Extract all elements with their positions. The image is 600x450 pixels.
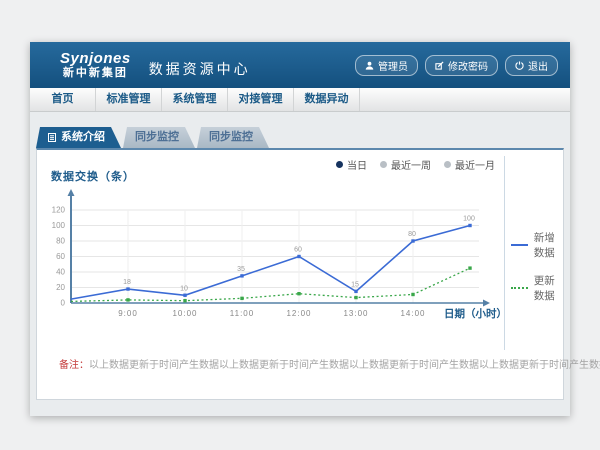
nav-item-data-changes[interactable]: 数据异动 [294,88,360,111]
svg-text:35: 35 [237,266,245,273]
tab-label: 同步监控 [209,127,253,148]
svg-text:0: 0 [61,299,66,308]
tab-label: 系统介绍 [61,127,105,148]
svg-text:13:00: 13:00 [343,309,368,318]
app-window: Synjones 新中新集团 数据资源中心 管理员 修改密码 退出 首页 标准管… [30,42,570,416]
svg-text:15: 15 [351,281,359,288]
tab-system-intro[interactable]: 系统介绍 [36,127,121,148]
svg-text:40: 40 [56,268,65,277]
header-actions: 管理员 修改密码 退出 [355,55,558,76]
range-option-last-week[interactable]: 最近一周 [380,157,431,172]
tab-bar: 系统介绍 同步监控 同步监控 [36,127,564,148]
series-label: 新增数据 [534,230,563,260]
range-label: 当日 [347,157,367,172]
series-legend: 新增数据 更新数据 [511,230,563,303]
time-range-selector: 当日 最近一周 最近一月 [336,157,495,172]
svg-text:10:00: 10:00 [172,309,197,318]
header: Synjones 新中新集团 数据资源中心 管理员 修改密码 退出 [30,42,570,88]
content-area: 系统介绍 同步监控 同步监控 当日 最近一周 最近一月 数据交换（条） 0204… [30,112,570,400]
radio-dot-icon [380,161,387,168]
admin-user-button[interactable]: 管理员 [355,55,418,76]
legend-item-new-data[interactable]: 新增数据 [511,230,563,260]
series-label: 更新数据 [534,273,563,303]
tab-sync-monitor-1[interactable]: 同步监控 [123,127,195,148]
svg-text:20: 20 [56,283,65,292]
svg-text:60: 60 [56,252,65,261]
range-label: 最近一周 [391,157,431,172]
svg-text:10: 10 [180,285,188,292]
logout-label: 退出 [528,58,548,73]
svg-text:14:00: 14:00 [400,309,425,318]
footnote-text: 以上数据更新于时间产生数据以上数据更新于时间产生数据以上数据更新于时间产生数据以… [89,360,600,371]
power-icon [515,61,524,70]
tab-sync-monitor-2[interactable]: 同步监控 [197,127,269,148]
svg-text:120: 120 [52,206,66,215]
svg-text:80: 80 [408,231,416,238]
nav-item-system-mgmt[interactable]: 系统管理 [162,88,228,111]
user-icon [365,61,374,70]
svg-text:100: 100 [463,216,475,223]
document-icon [48,133,56,142]
nav-item-standard-mgmt[interactable]: 标准管理 [96,88,162,111]
line-chart: 0 20 40 60 80 100 120 9:00 10:00 11:00 12:00 13:00 1… [39,178,519,330]
change-password-button[interactable]: 修改密码 [425,55,498,76]
dotted-line-icon [511,287,528,289]
svg-text:11:00: 11:00 [230,309,254,318]
svg-text:9:00: 9:00 [118,309,138,318]
svg-text:18: 18 [123,279,131,286]
logo-brand-text: Synjones [60,51,131,68]
main-nav: 首页 标准管理 系统管理 对接管理 数据异动 [30,88,570,112]
svg-text:80: 80 [56,237,65,246]
tab-label: 同步监控 [135,127,179,148]
company-logo: Synjones 新中新集团 [60,51,131,80]
page-title: 数据资源中心 [149,51,251,79]
radio-dot-icon [444,161,451,168]
svg-text:60: 60 [294,247,302,254]
svg-text:日期（小时）: 日期（小时） [444,307,507,320]
nav-item-home[interactable]: 首页 [30,88,96,111]
chart-panel: 当日 最近一周 最近一月 数据交换（条） 0204060801001209:00… [36,148,564,400]
footnote-prefix: 备注： [59,360,89,371]
edit-icon [435,61,444,70]
change-password-label: 修改密码 [448,58,488,73]
footnote: 备注：以上数据更新于时间产生数据以上数据更新于时间产生数据以上数据更新于时间产生… [59,356,600,371]
svg-text:12:00: 12:00 [286,309,311,318]
legend-item-updated-data[interactable]: 更新数据 [511,273,563,303]
logout-button[interactable]: 退出 [505,55,558,76]
logo-company-name: 新中新集团 [60,67,131,79]
nav-item-integration-mgmt[interactable]: 对接管理 [228,88,294,111]
radio-dot-icon [336,161,343,168]
range-option-last-month[interactable]: 最近一月 [444,157,495,172]
range-label: 最近一月 [455,157,495,172]
svg-text:100: 100 [52,221,66,230]
solid-line-icon [511,244,528,246]
range-option-today[interactable]: 当日 [336,157,367,172]
admin-user-label: 管理员 [378,58,408,73]
